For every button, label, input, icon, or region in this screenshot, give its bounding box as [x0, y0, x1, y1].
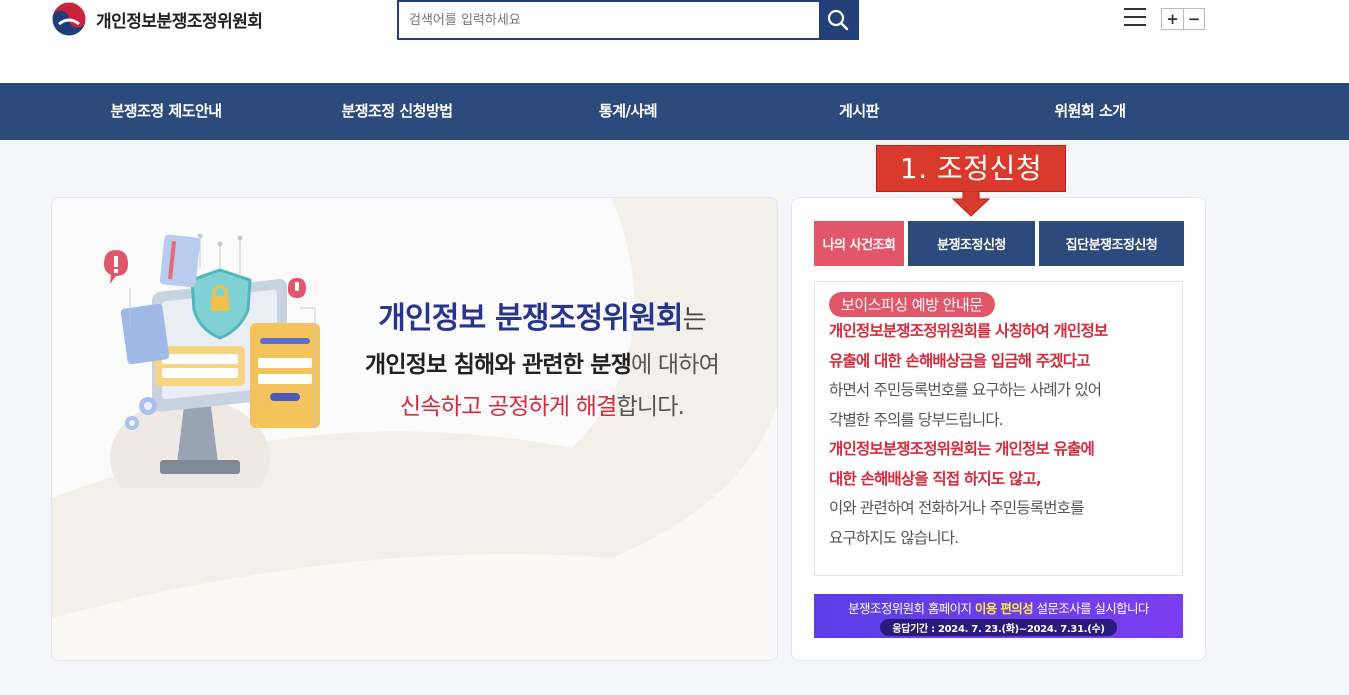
monitor-security-illustration [104, 233, 320, 488]
callout-arrow-icon [951, 191, 991, 217]
survey-banner-title: 분쟁조정위원회 홈페이지 이용 편의성 설문조사를 실시합니다 [814, 598, 1183, 617]
search-input[interactable] [399, 2, 819, 38]
hero-line-2-rest: 에 대하여 [631, 352, 720, 378]
search-icon [827, 9, 849, 31]
survey-text-after: 설문조사를 실시합니다 [1033, 601, 1149, 616]
main-navigation: 분쟁조정 제도안내 분쟁조정 신청방법 통계/사례 게시판 위원회 소개 [0, 83, 1349, 140]
nav-item-about-committee[interactable]: 위원회 소개 [990, 83, 1190, 140]
nav-item-how-to-apply[interactable]: 분쟁조정 신청방법 [297, 83, 497, 140]
notice-badge: 보이스피싱 예방 안내문 [829, 292, 995, 317]
survey-text-before: 분쟁조정위원회 홈페이지 [848, 601, 975, 616]
taegeuk-logo-icon [51, 1, 87, 37]
notice-line: 개인정보분쟁조정위원회는 개인정보 유출에 [829, 440, 1095, 458]
nav-item-system-guide[interactable]: 분쟁조정 제도안내 [66, 83, 266, 140]
hero-line-2-strong: 개인정보 침해와 관련한 분쟁 [365, 352, 632, 378]
zoom-out-button[interactable]: − [1183, 9, 1204, 29]
notice-line: 이와 관련하여 전화하거나 주민등록번호를 [829, 499, 1084, 517]
notice-line: 대한 손해배상을 직접 하지도 않고, [829, 469, 1042, 488]
hamburger-menu-icon[interactable] [1124, 8, 1146, 28]
hero-line-3: 신속하고 공정하게 해결합니다. [312, 387, 772, 421]
hero-line-3-rest: 합니다. [616, 394, 685, 420]
zoom-in-button[interactable]: + [1162, 9, 1183, 29]
site-title: 개인정보분쟁조정위원회 [96, 11, 263, 32]
survey-banner[interactable]: 분쟁조정위원회 홈페이지 이용 편의성 설문조사를 실시합니다 응답기간 : 2… [814, 594, 1183, 638]
group-mediation-apply-button[interactable]: 집단분쟁조정신청 [1039, 221, 1184, 266]
hero-line-1-rest: 는 [682, 305, 707, 335]
hero-message: 개인정보 분쟁조정위원회는 개인정보 침해와 관련한 분쟁에 대하여 신속하고 … [312, 293, 772, 421]
hero-line-3-strong: 신속하고 공정하게 해결 [399, 394, 617, 420]
notice-line: 각별한 주의를 당부드립니다. [829, 410, 1004, 429]
search-button[interactable] [819, 2, 857, 38]
zoom-controls: + − [1161, 8, 1205, 30]
site-logo[interactable]: 개인정보분쟁조정위원회 [50, 0, 263, 38]
hero-line-2: 개인정보 침해와 관련한 분쟁에 대하여 [312, 345, 772, 379]
survey-highlight: 이용 편의성 [974, 601, 1034, 616]
annotation-callout: 1. 조정신청 [876, 145, 1066, 192]
notice-line: 요구하지도 않습니다. [829, 528, 959, 547]
notice-line: 하면서 주민등록번호를 요구하는 사례가 있어 [829, 381, 1102, 399]
nav-item-board[interactable]: 게시판 [759, 83, 959, 140]
nav-item-statistics-cases[interactable]: 통계/사례 [528, 83, 728, 140]
notice-line: 유출에 대한 손해배상금을 입금해 주겠다고 [829, 351, 1090, 370]
quick-button-row: 나의 사건조회 분쟁조정신청 집단분쟁조정신청 [814, 221, 1184, 266]
dispute-mediation-apply-button[interactable]: 분쟁조정신청 [908, 221, 1035, 266]
search-bar [397, 0, 859, 40]
top-bar: 개인정보분쟁조정위원회 + − [0, 0, 1349, 83]
hero-line-1: 개인정보 분쟁조정위원회는 [312, 293, 772, 337]
notice-line: 개인정보분쟁조정위원회를 사칭하여 개인정보 [829, 322, 1108, 340]
survey-period: 응답기간 : 2024. 7. 23.(화)~2024. 7.31.(수) [880, 619, 1117, 636]
my-case-lookup-button[interactable]: 나의 사건조회 [814, 221, 904, 266]
quick-service-panel: 나의 사건조회 분쟁조정신청 집단분쟁조정신청 보이스피싱 예방 안내문 개인정… [791, 197, 1206, 661]
voice-phishing-notice: 보이스피싱 예방 안내문 개인정보분쟁조정위원회를 사칭하여 개인정보 유출에 … [814, 281, 1183, 576]
hero-panel: 개인정보 분쟁조정위원회는 개인정보 침해와 관련한 분쟁에 대하여 신속하고 … [51, 197, 778, 661]
hero-line-1-strong: 개인정보 분쟁조정위원회 [378, 301, 683, 336]
